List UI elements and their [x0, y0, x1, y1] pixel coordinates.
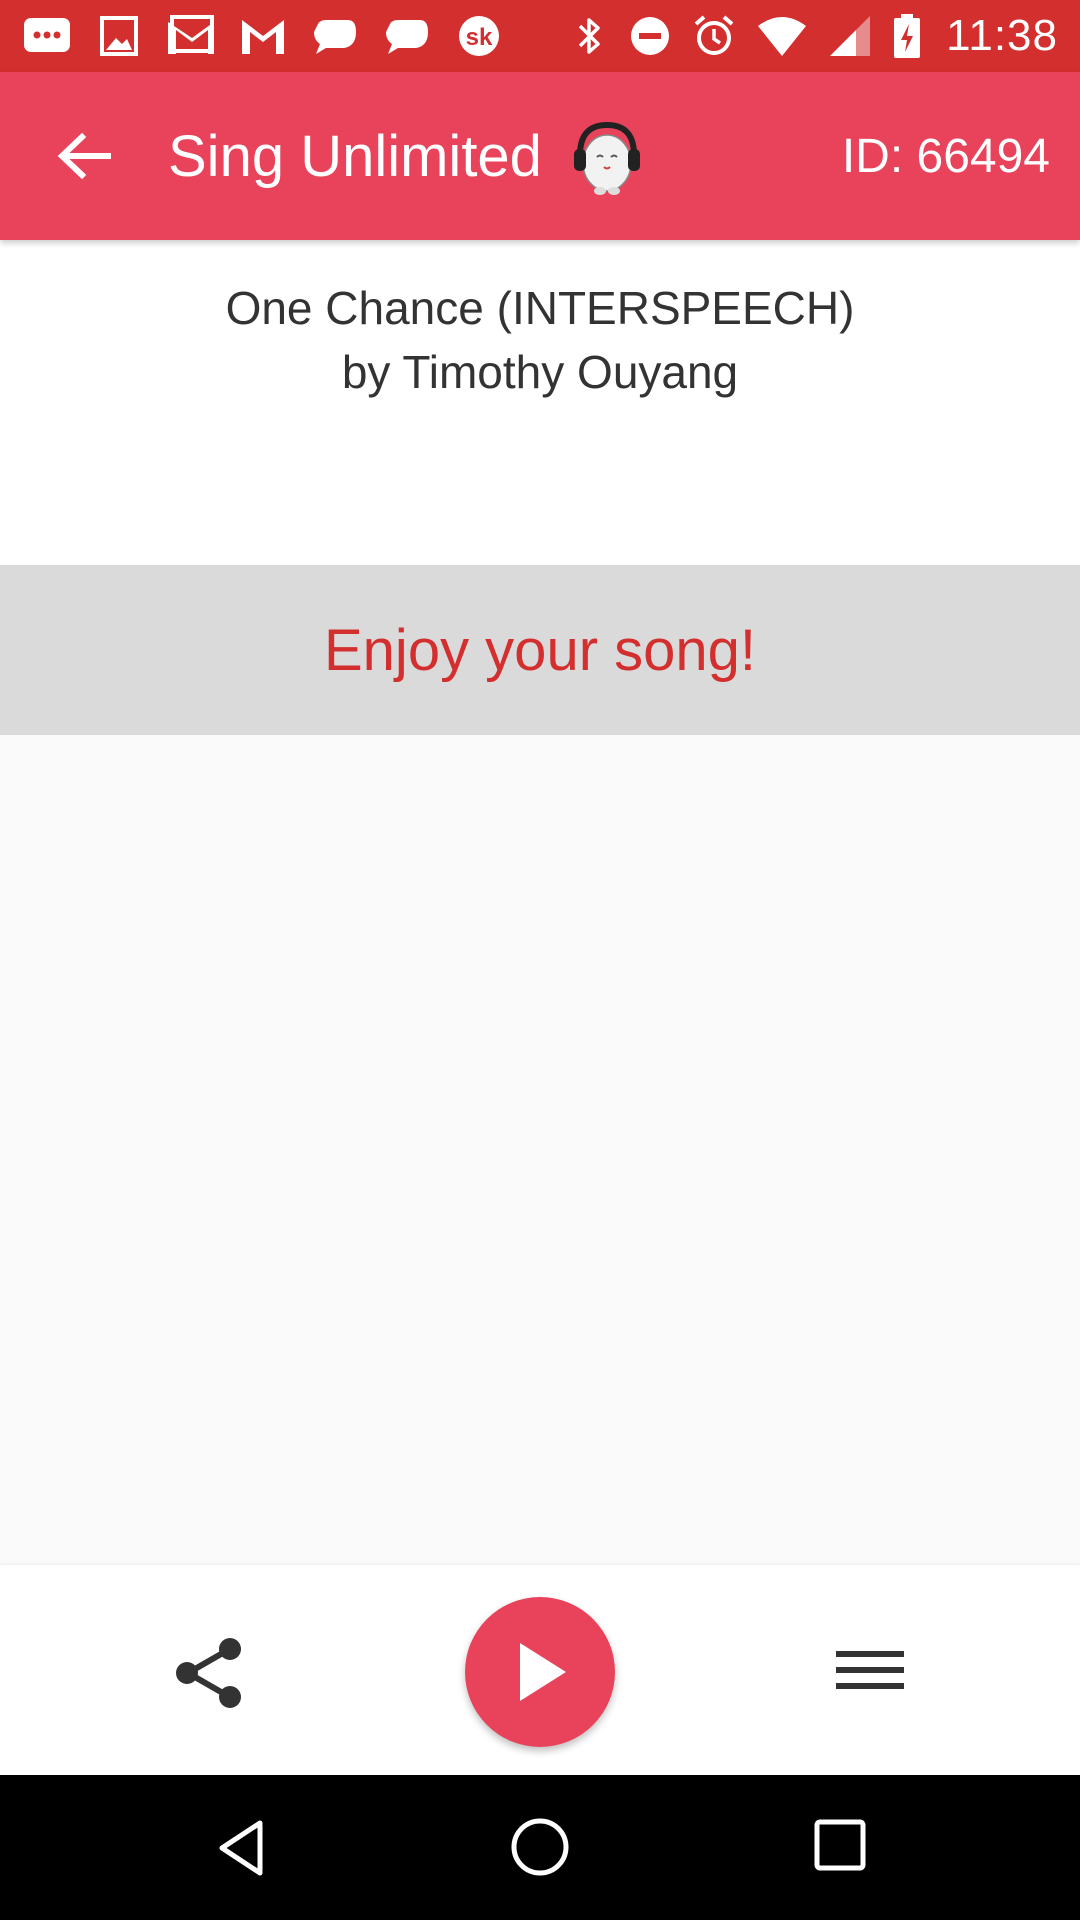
- gmail-icon: [166, 14, 216, 58]
- do-not-disturb-icon: [628, 14, 672, 58]
- app-title: Sing Unlimited: [168, 123, 542, 189]
- player-toolbar: [0, 1565, 1080, 1775]
- status-clock: 11:38: [946, 11, 1058, 60]
- nav-back-button[interactable]: [210, 1815, 276, 1881]
- chat-bubble-icon: [382, 14, 432, 58]
- nav-home-icon: [511, 1818, 569, 1876]
- gmail-icon: [238, 14, 288, 58]
- device-id: ID: 66494: [841, 129, 1050, 183]
- bluetooth-icon: [572, 14, 608, 58]
- image-icon: [94, 14, 144, 58]
- song-info: One Chance (INTERSPEECH) by Timothy Ouya…: [0, 240, 1080, 565]
- share-button[interactable]: [170, 1633, 250, 1713]
- wifi-icon: [756, 14, 808, 58]
- screen: sk 11:38 Sing Unlimited ID: 66494 One Ch…: [0, 0, 1080, 1920]
- content-area: [0, 735, 1080, 1565]
- battery-charging-icon: [892, 14, 922, 58]
- mascot-headphones-icon: [573, 121, 640, 195]
- nav-back-icon: [219, 1820, 263, 1876]
- menu-icon: [836, 1651, 904, 1689]
- share-icon: [176, 1638, 241, 1708]
- alarm-icon: [692, 14, 736, 58]
- play-button[interactable]: [465, 1597, 615, 1747]
- system-icons: 11:38: [572, 11, 1058, 61]
- play-icon: [520, 1643, 566, 1701]
- status-bar: sk 11:38: [0, 0, 1080, 72]
- arrow-left-icon: [57, 132, 111, 180]
- song-artist: by Timothy Ouyang: [341, 346, 739, 398]
- system-nav-bar: [0, 1775, 1080, 1920]
- nav-recents-icon: [814, 1819, 866, 1871]
- banner-text: Enjoy your song!: [323, 617, 757, 683]
- song-title: One Chance (INTERSPEECH): [225, 282, 855, 334]
- menu-button[interactable]: [830, 1635, 910, 1705]
- svg-text:sk: sk: [466, 24, 493, 51]
- nav-recents-button[interactable]: [812, 1817, 868, 1873]
- sk-app-icon: sk: [454, 14, 504, 58]
- nav-home-button[interactable]: [508, 1815, 572, 1879]
- status-banner: Enjoy your song!: [0, 565, 1080, 735]
- signal-icon: [828, 14, 872, 58]
- chat-bubble-icon: [310, 14, 360, 58]
- messages-icon: [22, 14, 72, 58]
- app-bar: Sing Unlimited ID: 66494: [0, 72, 1080, 240]
- notification-icons: sk: [22, 14, 504, 58]
- back-button[interactable]: [52, 124, 116, 188]
